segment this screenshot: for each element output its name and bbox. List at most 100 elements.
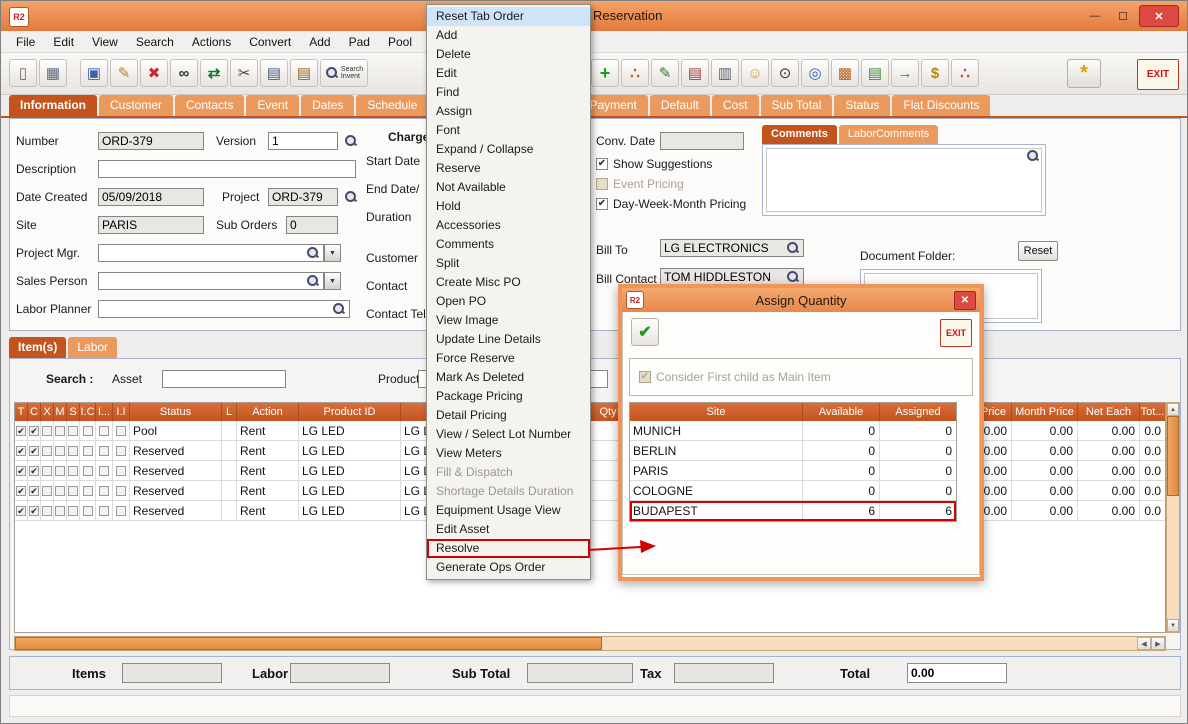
row-checkbox[interactable] (116, 506, 126, 516)
cube-button[interactable]: ▩ (831, 59, 859, 87)
context-menu-item[interactable]: Generate Ops Order (427, 558, 590, 577)
context-menu-item[interactable]: Reserve (427, 159, 590, 178)
site-row[interactable]: BERLIN 0 0 (630, 441, 956, 461)
row-checkbox[interactable] (83, 446, 93, 456)
tab[interactable]: Item(s) (9, 337, 66, 358)
row-checkbox[interactable]: ✔ (16, 466, 26, 476)
row-checkbox[interactable] (83, 486, 93, 496)
row-checkbox[interactable]: ✔ (16, 506, 26, 516)
project-mgr-lookup-icon[interactable] (306, 246, 320, 260)
conv-date-field[interactable] (660, 132, 744, 150)
bill-to-field[interactable]: LG ELECTRONICS (660, 239, 804, 257)
confirm-button[interactable]: ✔ (631, 318, 659, 346)
row-checkbox[interactable] (42, 486, 52, 496)
row-checkbox[interactable] (55, 486, 65, 496)
site-row[interactable]: COLOGNE 0 0 (630, 481, 956, 501)
menu-item[interactable]: Actions (183, 31, 240, 53)
menu-item[interactable]: View (83, 31, 127, 53)
row-checkbox[interactable] (55, 426, 65, 436)
reset-button[interactable]: Reset (1018, 241, 1058, 261)
tab[interactable]: Event (246, 95, 299, 116)
column-header[interactable]: I.I (113, 403, 130, 421)
print-button[interactable]: ▦ (39, 59, 67, 87)
minimize-button[interactable]: — (1083, 6, 1107, 26)
labor-planner-lookup-icon[interactable] (332, 302, 346, 316)
row-checkbox[interactable] (42, 426, 52, 436)
row-checkbox[interactable] (68, 506, 78, 516)
tab[interactable]: Contacts (175, 95, 244, 116)
context-menu-item[interactable]: Reset Tab Order (427, 7, 590, 26)
notepad-button[interactable]: ▤ (861, 59, 889, 87)
tab[interactable]: Default (650, 95, 710, 116)
column-header[interactable]: Assigned (880, 403, 956, 421)
column-header[interactable]: X (41, 403, 54, 421)
comments-lookup-icon[interactable] (1026, 149, 1040, 163)
context-menu-item[interactable]: View Meters (427, 444, 590, 463)
column-header[interactable]: Status (130, 403, 222, 421)
date-created-field[interactable]: 05/09/2018 (98, 188, 204, 206)
row-checkbox[interactable] (42, 466, 52, 476)
site-row[interactable]: MUNICH 0 0 (630, 421, 956, 441)
row-checkbox[interactable]: ✔ (29, 466, 39, 476)
labor-planner-field[interactable] (98, 300, 350, 318)
tab[interactable]: Sub Total (761, 95, 833, 116)
context-menu-item[interactable]: Fill & Dispatch (427, 463, 590, 482)
row-checkbox[interactable]: ✔ (29, 506, 39, 516)
row-checkbox[interactable] (55, 446, 65, 456)
context-menu-item[interactable]: Detail Pricing (427, 406, 590, 425)
maximize-button[interactable]: ☐ (1111, 6, 1135, 26)
paste-button[interactable]: ▤ (290, 59, 318, 87)
project-mgr-dropdown-button[interactable]: ▼ (324, 244, 341, 262)
vertical-scrollbar[interactable]: ▲ ▼ (1166, 402, 1180, 633)
version-field[interactable]: 1 (268, 132, 338, 150)
scroll-down-button[interactable]: ▼ (1167, 619, 1179, 632)
new-document-button[interactable]: ▯ (9, 59, 37, 87)
context-menu-item[interactable]: Expand / Collapse (427, 140, 590, 159)
column-header[interactable]: S (67, 403, 80, 421)
row-checkbox[interactable] (116, 426, 126, 436)
row-checkbox[interactable] (116, 446, 126, 456)
edit-button[interactable]: ✎ (110, 59, 138, 87)
wand-button[interactable]: * (1067, 59, 1101, 88)
context-menu-item[interactable]: Create Misc PO (427, 273, 590, 292)
context-menu-item[interactable]: View / Select Lot Number (427, 425, 590, 444)
row-checkbox[interactable] (68, 466, 78, 476)
context-menu-item[interactable]: Edit Asset (427, 520, 590, 539)
column-header[interactable]: M (54, 403, 67, 421)
comments-box[interactable] (762, 144, 1046, 216)
row-checkbox[interactable]: ✔ (16, 426, 26, 436)
row-checkbox[interactable] (99, 446, 109, 456)
context-menu-item[interactable]: Hold (427, 197, 590, 216)
number-field[interactable]: ORD-379 (98, 132, 204, 150)
row-checkbox[interactable] (42, 446, 52, 456)
menu-item[interactable]: Search (127, 31, 183, 53)
context-menu-item[interactable]: Split (427, 254, 590, 273)
context-menu-item[interactable]: Find (427, 83, 590, 102)
copy-button[interactable]: ▤ (260, 59, 288, 87)
row-checkbox[interactable] (116, 486, 126, 496)
row-checkbox[interactable] (83, 506, 93, 516)
exit-button[interactable]: EXIT (1137, 59, 1179, 90)
dialog-exit-button[interactable]: EXIT (940, 319, 972, 347)
row-checkbox[interactable]: ✔ (29, 446, 39, 456)
context-menu-item[interactable]: Resolve (427, 539, 590, 558)
menu-item[interactable]: Edit (44, 31, 83, 53)
context-menu-item[interactable]: Force Reserve (427, 349, 590, 368)
sales-person-lookup-icon[interactable] (306, 274, 320, 288)
row-checkbox[interactable] (42, 506, 52, 516)
column-header[interactable]: Product ID (299, 403, 401, 421)
tab[interactable]: LaborComments (839, 125, 938, 144)
find-button[interactable]: ∞ (170, 59, 198, 87)
menu-item[interactable]: Pad (340, 31, 379, 53)
scroll-up-button[interactable]: ▲ (1167, 403, 1179, 416)
smiley-button[interactable]: ☺ (741, 59, 769, 87)
row-checkbox[interactable] (68, 486, 78, 496)
column-header[interactable]: Action (237, 403, 299, 421)
row-checkbox[interactable] (99, 506, 109, 516)
column-header[interactable]: Site (630, 403, 803, 421)
project-mgr-field[interactable] (98, 244, 324, 262)
column-header[interactable]: Tot... (1140, 403, 1165, 421)
tab[interactable]: Information (9, 95, 97, 116)
row-checkbox[interactable] (99, 486, 109, 496)
site-field[interactable]: PARIS (98, 216, 204, 234)
